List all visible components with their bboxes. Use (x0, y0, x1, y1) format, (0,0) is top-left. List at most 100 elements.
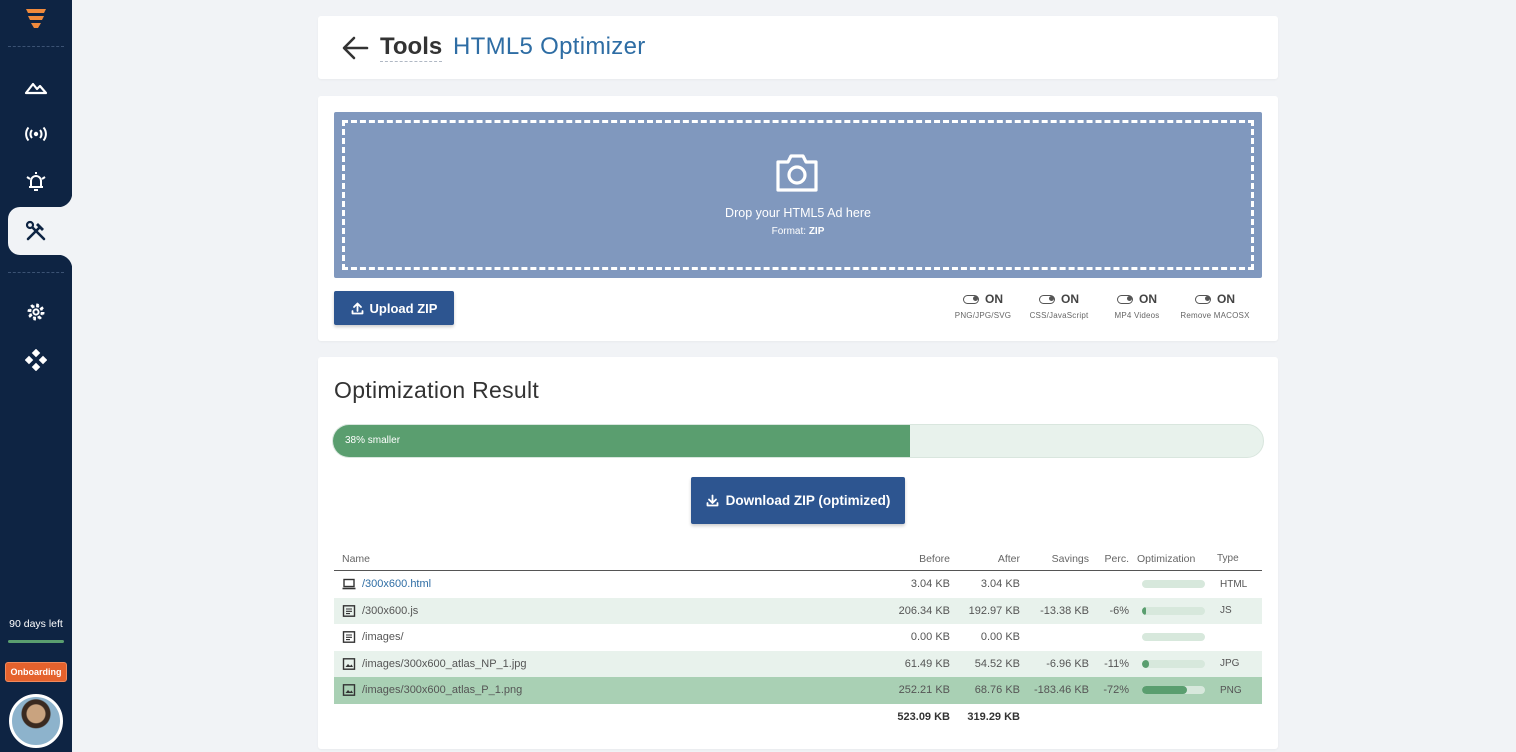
camera-icon (776, 154, 818, 192)
trial-days-left: 90 days left (9, 618, 63, 630)
row-type: HTML (1220, 578, 1248, 590)
row-file-name: /images/300x600_atlas_NP_1.jpg (362, 657, 527, 670)
sidebar-item-alerts[interactable] (22, 168, 50, 196)
row-savings: -13.38 KB (1040, 604, 1089, 617)
mountain-icon (24, 82, 48, 95)
sidebar-divider (8, 46, 64, 47)
row-name-cell: /images/ (334, 631, 880, 643)
toggle-state: ON (1217, 292, 1235, 306)
table-row[interactable]: /300x600.js 206.34 KB 192.97 KB -13.38 KB -6… (334, 597, 1262, 624)
col-after: After (997, 552, 1020, 565)
document-icon (342, 604, 356, 617)
download-zip-button[interactable]: Download ZIP (optimized) (691, 477, 905, 524)
row-perc: -72% (1103, 684, 1129, 697)
toggle-label: MP4 Videos (1114, 311, 1160, 320)
tools-icon (25, 220, 46, 241)
sidebar-item-tools[interactable] (22, 217, 50, 245)
toggle-switch-icon (1117, 294, 1133, 304)
row-file-name: /300x600.js (362, 604, 419, 617)
row-name-cell: /images/300x600_atlas_NP_1.jpg (334, 658, 880, 670)
optimization-bar (1142, 580, 1205, 589)
page-title: HTML5 Optimizer (453, 33, 646, 60)
row-after: 68.76 KB (974, 684, 1020, 697)
row-name-cell: /300x600.js (334, 605, 880, 617)
optimization-bar (1142, 659, 1205, 668)
dropzone-border (342, 120, 1254, 270)
row-before: 252.21 KB (898, 684, 950, 697)
toggle-mp4[interactable]: ON MP4 Videos (1092, 292, 1182, 320)
toggle-switch-icon (1195, 294, 1211, 304)
result-table: Name Before After Savings Perc. Optimiza… (334, 547, 1262, 730)
upload-panel: Drop your HTML5 Ad here Format: ZIP Uplo… (318, 96, 1278, 341)
toggle-macosx[interactable]: ON Remove MACOSX (1170, 292, 1260, 320)
document-icon (342, 631, 356, 644)
format-value: ZIP (808, 226, 825, 237)
col-name: Name (342, 552, 371, 565)
table-header: Name Before After Savings Perc. Optimiza… (334, 547, 1262, 571)
brand-logo[interactable] (24, 6, 48, 32)
optimization-bar (1142, 633, 1205, 642)
row-name-cell: /300x600.html (334, 578, 880, 590)
optimization-bar (1142, 606, 1205, 615)
row-type: PNG (1220, 684, 1242, 696)
sidebar: 90 days left Onboarding (0, 0, 72, 752)
row-file-name[interactable]: /300x600.html (362, 578, 431, 590)
row-file-name: /images/ (362, 631, 404, 644)
row-name-cell: /images/300x600_atlas_P_1.png (334, 684, 880, 696)
table-row[interactable]: /300x600.html 3.04 KB 3.04 KB HTML (334, 571, 1262, 598)
table-total-row: 523.09 KB 319.29 KB (334, 704, 1262, 730)
total-before: 523.09 KB (897, 710, 950, 723)
row-optimization (1129, 633, 1209, 642)
table-body: /300x600.html 3.04 KB 3.04 KB HTML/300x600.… (334, 571, 1262, 704)
download-zip-label: Download ZIP (optimized) (725, 493, 891, 508)
image-icon (342, 684, 356, 697)
sidebar-item-monitoring[interactable] (22, 120, 50, 148)
onboarding-button[interactable]: Onboarding (5, 662, 67, 682)
sidebar-item-integrations[interactable] (22, 346, 50, 374)
size-reduction-bar: 38% smaller (332, 424, 1264, 458)
toggle-state: ON (1139, 292, 1157, 306)
row-after: 54.52 KB (974, 657, 1020, 670)
row-type: JS (1220, 605, 1232, 617)
sidebar-item-dashboard[interactable] (22, 73, 50, 101)
row-savings: -6.96 KB (1046, 657, 1089, 670)
row-before: 61.49 KB (904, 657, 950, 670)
breadcrumb-tools[interactable]: Tools (380, 34, 443, 62)
optimization-bar-fill (1142, 659, 1149, 668)
avatar[interactable] (9, 694, 63, 748)
row-optimization (1129, 659, 1209, 668)
sidebar-item-settings[interactable] (22, 298, 50, 326)
toggle-switch-icon (1039, 294, 1055, 304)
toggle-css-js[interactable]: ON CSS/JavaScript (1014, 292, 1104, 320)
alarm-bell-icon (26, 172, 46, 191)
upload-zip-button[interactable]: Upload ZIP (334, 291, 454, 325)
row-optimization (1129, 580, 1209, 589)
row-type: JPG (1220, 658, 1240, 670)
size-reduction-label: 38% smaller (345, 435, 401, 446)
result-panel: Optimization Result 38% smaller Download… (318, 357, 1278, 749)
table-row[interactable]: /images/0.00 KB 0.00 KB (334, 624, 1262, 651)
toggle-label: Remove MACOSX (1180, 311, 1250, 320)
toggle-state: ON (1061, 292, 1079, 306)
col-before: Before (919, 552, 950, 565)
row-after: 192.97 KB (968, 604, 1020, 617)
size-reduction-fill (333, 425, 910, 457)
table-row[interactable]: /images/300x600_atlas_NP_1.jpg 61.49 KB 54… (334, 650, 1262, 677)
row-file-name: /images/300x600_atlas_P_1.png (362, 684, 523, 697)
row-before: 0.00 KB (910, 631, 950, 644)
download-icon (706, 494, 719, 507)
row-savings: -183.46 KB (1033, 684, 1089, 697)
table-row[interactable]: /images/300x600_atlas_P_1.png 252.21 KB 68… (334, 677, 1262, 704)
col-type: Type (1217, 553, 1239, 564)
file-dropzone[interactable]: Drop your HTML5 Ad here Format: ZIP (334, 112, 1262, 278)
row-after: 3.04 KB (980, 578, 1020, 591)
row-after: 0.00 KB (980, 631, 1020, 644)
image-icon (342, 657, 356, 670)
upload-icon (351, 302, 363, 314)
col-savings: Savings (1051, 552, 1089, 565)
back-arrow-icon[interactable] (340, 34, 370, 62)
trial-progress-bar (8, 640, 64, 643)
format-label: Format: (771, 226, 807, 237)
optimization-bar (1142, 686, 1205, 695)
row-perc: -11% (1104, 657, 1129, 670)
